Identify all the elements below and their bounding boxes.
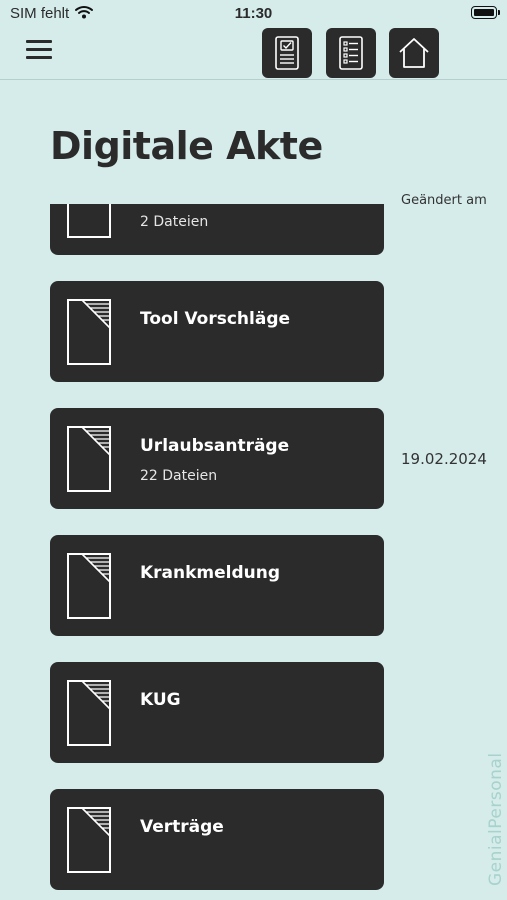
folder-card[interactable]: Urlaubsanträge 22 Dateien xyxy=(50,408,384,509)
nav-bar xyxy=(0,26,507,80)
folder-changed-date: 19.02.2024 xyxy=(401,450,487,468)
brand-watermark: GenialPersonal xyxy=(486,752,506,886)
folder-list[interactable]: 2 Dateien Tool Vorschläge Urlaubsanträge… xyxy=(0,204,507,900)
status-time: 11:30 xyxy=(234,5,273,22)
folder-file-count: 22 Dateien xyxy=(140,468,218,484)
folder-file-icon xyxy=(67,680,111,746)
menu-icon[interactable] xyxy=(26,40,52,60)
folder-card[interactable]: Tool Vorschläge xyxy=(50,281,384,382)
list-item: Tool Vorschläge xyxy=(0,281,507,408)
folder-title: Krankmeldung xyxy=(140,563,281,583)
folder-file-icon xyxy=(67,299,111,365)
folder-file-icon xyxy=(67,426,111,492)
folder-file-icon xyxy=(67,204,111,238)
folder-title: Verträge xyxy=(140,817,224,837)
folder-file-icon xyxy=(67,553,111,619)
list-item: KUG xyxy=(0,662,507,789)
list-item: 2 Dateien xyxy=(0,204,507,281)
list-item: Krankmeldung xyxy=(0,535,507,662)
folder-card[interactable]: KUG xyxy=(50,662,384,763)
folder-title: KUG xyxy=(140,690,181,710)
folder-file-icon xyxy=(67,807,111,873)
home-button[interactable] xyxy=(389,28,439,78)
list-document-icon xyxy=(339,36,363,70)
checked-document-icon xyxy=(275,36,299,70)
checked-document-button[interactable] xyxy=(262,28,312,78)
list-item: Urlaubsanträge 22 Dateien 19.02.2024 xyxy=(0,408,507,535)
folder-file-count: 2 Dateien xyxy=(140,214,209,230)
home-icon xyxy=(399,38,429,68)
status-bar: SIM fehlt 11:30 xyxy=(0,0,507,26)
folder-title: Urlaubsanträge xyxy=(140,436,290,456)
folder-card[interactable]: Krankmeldung xyxy=(50,535,384,636)
folder-card[interactable]: 2 Dateien xyxy=(50,204,384,255)
page-title: Digitale Akte xyxy=(50,124,323,168)
list-document-button[interactable] xyxy=(326,28,376,78)
folder-card[interactable]: Verträge xyxy=(50,789,384,890)
folder-title: Tool Vorschläge xyxy=(140,309,291,329)
battery-icon xyxy=(471,6,500,19)
list-item: Verträge xyxy=(0,789,507,900)
